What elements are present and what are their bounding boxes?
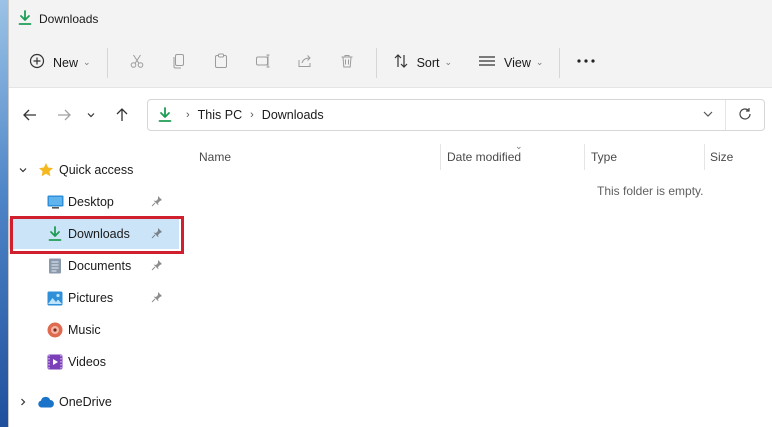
column-header-size[interactable]: Size	[710, 144, 733, 170]
onedrive-label: OneDrive	[59, 395, 112, 409]
pin-icon	[151, 227, 163, 242]
nav-item-label: Pictures	[68, 291, 114, 305]
window-title: Downloads	[39, 12, 99, 26]
nav-quick-access[interactable]: Quick access	[9, 155, 179, 185]
chevron-right-icon[interactable]	[17, 397, 29, 407]
navigation-pane: Quick access Desktop Downloads Documents…	[9, 150, 187, 427]
column-header-type[interactable]: Type	[591, 144, 617, 170]
column-header-date-modified[interactable]: Date modified	[447, 144, 521, 170]
title-bar: Downloads	[9, 0, 772, 38]
pictures-icon	[46, 289, 64, 307]
downloads-title-icon	[17, 9, 39, 29]
column-divider[interactable]	[704, 144, 705, 170]
breadcrumb-downloads[interactable]: Downloads	[262, 108, 324, 122]
quick-access-label: Quick access	[59, 163, 134, 177]
toolbar-divider	[559, 47, 561, 78]
more-options-button[interactable]	[568, 46, 612, 80]
pin-icon	[151, 259, 163, 274]
breadcrumb-chevron-icon[interactable]: ›	[186, 109, 190, 121]
file-list-pane: Name ⌄ Date modified Type Size This fold…	[187, 141, 772, 427]
address-bar-actions	[691, 100, 764, 130]
chevron-down-icon	[86, 109, 96, 123]
nav-item-downloads[interactable]: Downloads	[9, 219, 179, 249]
nav-onedrive[interactable]: OneDrive	[9, 387, 179, 417]
chevron-down-icon[interactable]	[17, 165, 29, 175]
forward-button[interactable]	[49, 101, 79, 131]
rename-button[interactable]	[242, 46, 284, 80]
arrow-left-icon	[22, 107, 38, 126]
nav-item-label: Documents	[68, 259, 132, 273]
new-icon	[29, 53, 53, 72]
copy-icon	[171, 53, 187, 72]
new-label: New	[53, 55, 79, 70]
nav-item-label: Desktop	[68, 195, 114, 209]
address-bar[interactable]: › This PC › Downloads	[147, 99, 765, 131]
nav-item-label: Videos	[68, 355, 106, 369]
arrow-right-icon	[56, 107, 72, 126]
delete-button[interactable]	[326, 46, 368, 80]
toolbar-divider	[375, 47, 377, 78]
star-icon	[37, 161, 55, 179]
command-bar: New ⌄ Sort ⌄ View ⌄	[9, 38, 772, 88]
column-divider[interactable]	[584, 144, 585, 170]
empty-folder-message: This folder is empty.	[597, 184, 704, 198]
pin-icon	[151, 195, 163, 210]
nav-item-label: Downloads	[68, 227, 130, 241]
documents-icon	[46, 257, 64, 275]
cut-button[interactable]	[116, 46, 158, 80]
toolbar-divider	[106, 47, 108, 78]
downloads-location-icon	[158, 107, 172, 123]
refresh-button[interactable]	[726, 107, 764, 124]
paste-button[interactable]	[200, 46, 242, 80]
cut-icon	[129, 53, 145, 72]
breadcrumb-this-pc[interactable]: This PC	[198, 108, 242, 122]
videos-icon	[46, 353, 64, 371]
nav-item-label: Music	[68, 323, 101, 337]
paste-icon	[213, 53, 229, 72]
back-button[interactable]	[15, 101, 45, 131]
nav-item-videos[interactable]: Videos	[9, 347, 179, 377]
pin-icon	[151, 291, 163, 306]
view-button[interactable]: View ⌄	[470, 46, 551, 80]
recent-locations-button[interactable]	[79, 101, 103, 131]
view-label: View	[504, 55, 531, 70]
breadcrumb-chevron-icon[interactable]: ›	[250, 109, 254, 121]
nav-item-desktop[interactable]: Desktop	[9, 187, 179, 217]
up-button[interactable]	[107, 101, 137, 131]
music-icon	[46, 321, 64, 339]
nav-item-documents[interactable]: Documents	[9, 251, 179, 281]
nav-item-music[interactable]: Music	[9, 315, 179, 345]
address-history-dropdown[interactable]	[691, 108, 725, 123]
chevron-down-icon: ⌄	[444, 57, 453, 67]
copy-button[interactable]	[158, 46, 200, 80]
desktop-icon	[46, 193, 64, 211]
sort-icon	[393, 53, 417, 72]
sort-button[interactable]: Sort ⌄	[385, 46, 460, 80]
nav-item-pictures[interactable]: Pictures	[9, 283, 179, 313]
sort-label: Sort	[416, 55, 440, 70]
arrow-up-icon	[114, 107, 130, 126]
downloads-icon	[46, 225, 64, 243]
chevron-down-icon: ⌄	[535, 57, 544, 67]
share-icon	[297, 53, 313, 72]
delete-icon	[339, 53, 355, 72]
file-explorer-window: Downloads New ⌄ Sort ⌄ View ⌄ › This PC …	[8, 0, 772, 427]
chevron-down-icon	[702, 108, 714, 123]
onedrive-cloud-icon	[37, 393, 55, 411]
more-icon	[576, 53, 604, 72]
refresh-icon	[738, 107, 752, 124]
address-row: › This PC › Downloads	[9, 88, 772, 144]
column-header-name[interactable]: Name	[199, 144, 231, 170]
rename-icon	[255, 53, 271, 72]
share-button[interactable]	[284, 46, 326, 80]
chevron-down-icon: ⌄	[83, 57, 91, 67]
view-icon	[478, 53, 504, 72]
column-divider[interactable]	[440, 144, 441, 170]
new-button[interactable]: New ⌄	[21, 46, 99, 80]
